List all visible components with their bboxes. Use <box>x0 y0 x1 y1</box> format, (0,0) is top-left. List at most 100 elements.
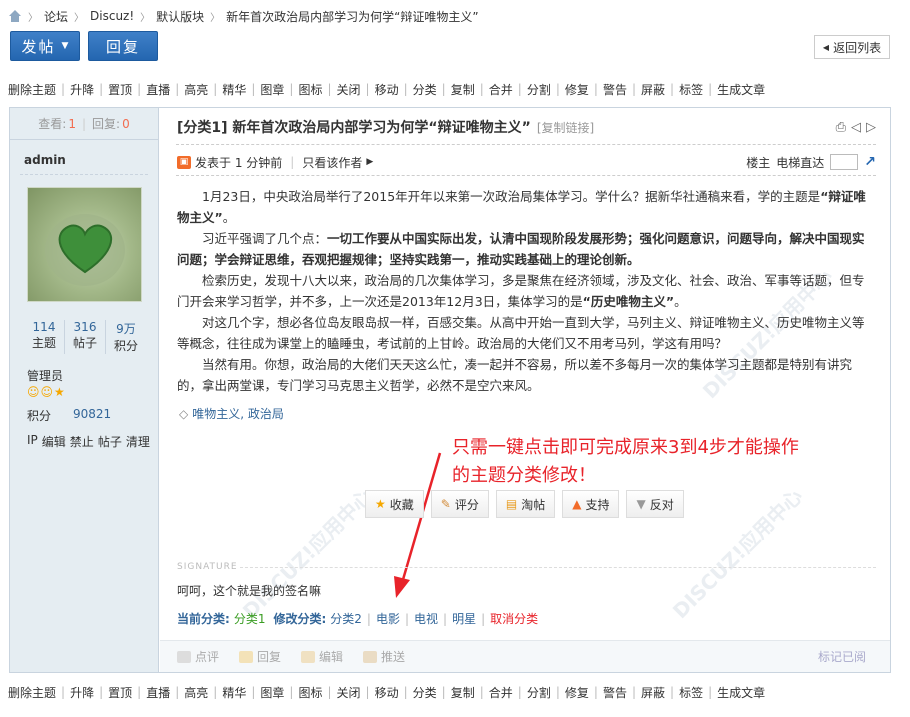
mod-block[interactable]: 屏蔽 <box>641 684 665 701</box>
mod-stamp[interactable]: 图章 <box>260 81 284 98</box>
mod-repair[interactable]: 修复 <box>565 684 589 701</box>
class-option-movie[interactable]: 电影 <box>376 610 400 627</box>
breadcrumb-thread[interactable]: 新年首次政治局内部学习为何学“辩证唯物主义” <box>226 8 478 25</box>
mod-bump[interactable]: 升降 <box>70 684 94 701</box>
mod-delete[interactable]: 删除主题 <box>8 684 56 701</box>
mod-highlight[interactable]: 高亮 <box>184 684 208 701</box>
new-post-button[interactable]: 发帖 ▼ <box>10 31 80 61</box>
class-option-star[interactable]: 明星 <box>452 610 476 627</box>
mod-block[interactable]: 屏蔽 <box>641 81 665 98</box>
mod-move[interactable]: 移动 <box>375 81 399 98</box>
cancel-class-link[interactable]: 取消分类 <box>490 610 538 627</box>
reply-post-button[interactable]: 回复 <box>239 648 281 665</box>
modify-class-label: 修改分类: <box>273 612 327 626</box>
mod-sticky[interactable]: 置顶 <box>108 684 132 701</box>
mod-stamp[interactable]: 图章 <box>260 684 284 701</box>
mod-move[interactable]: 移动 <box>375 684 399 701</box>
edit-user-link[interactable]: 编辑 <box>42 433 66 450</box>
rank-icons: ☺ ☺ ★ <box>27 385 65 399</box>
mod-delete[interactable]: 删除主题 <box>8 81 56 98</box>
mod-icon[interactable]: 图标 <box>298 684 322 701</box>
mod-live[interactable]: 直播 <box>146 684 170 701</box>
thumb-down-icon: ▼ <box>636 497 646 511</box>
star-icon: ★ <box>54 385 65 399</box>
collect-button[interactable]: ▤ 淘帖 <box>495 490 556 518</box>
content-paragraph: 习近平强调了几个点：一切工作要从中国实际出发，认清中国现阶段发展形势；强化问题意… <box>177 231 865 267</box>
prev-thread-icon[interactable]: ◁ <box>851 120 861 135</box>
star-icon: ★ <box>375 497 386 511</box>
favorite-button[interactable]: ★ 收藏 <box>365 490 424 518</box>
chevron-left-icon: ◀ <box>822 42 830 52</box>
content-paragraph: 1月23日，中央政治局举行了2015年开年以来第一次政治局集体学习。学什么？据新… <box>177 189 866 225</box>
post-content: 1月23日，中央政治局举行了2015年开年以来第一次政治局集体学习。学什么？据新… <box>177 186 870 396</box>
mod-bump[interactable]: 升降 <box>70 81 94 98</box>
mod-split[interactable]: 分割 <box>527 684 551 701</box>
mod-merge[interactable]: 合并 <box>489 81 513 98</box>
push-button[interactable]: 推送 <box>363 648 405 665</box>
jump-label: 电梯直达 <box>776 155 825 170</box>
mod-article[interactable]: 生成文章 <box>717 684 765 701</box>
mod-sticky[interactable]: 置顶 <box>108 81 132 98</box>
comment-button[interactable]: 点评 <box>177 648 219 665</box>
avatar[interactable] <box>27 187 142 302</box>
next-thread-icon[interactable]: ▷ <box>866 120 876 135</box>
credits-count[interactable]: 9万 <box>106 320 146 337</box>
posts-count[interactable]: 316 <box>65 320 105 334</box>
post-action-buttons: ★ 收藏 ✎ 评分 ▤ 淘帖 ▲ 支持 ▼ 反对 <box>365 490 684 518</box>
reply-button[interactable]: 回复 <box>88 31 158 61</box>
rate-button[interactable]: ✎ 评分 <box>430 490 489 518</box>
edit-post-button[interactable]: 编辑 <box>301 648 343 665</box>
oppose-button[interactable]: ▼ 反对 <box>626 490 684 518</box>
breadcrumb-discuz[interactable]: Discuz! <box>90 9 134 23</box>
mod-digest[interactable]: 精华 <box>222 684 246 701</box>
mod-tag[interactable]: 标签 <box>679 81 703 98</box>
thumb-up-icon: ▲ <box>572 497 582 511</box>
home-icon[interactable] <box>8 10 22 22</box>
support-button[interactable]: ▲ 支持 <box>562 490 620 518</box>
mod-repair[interactable]: 修复 <box>565 81 589 98</box>
print-icon[interactable]: ⎙ <box>836 120 846 135</box>
threads-count[interactable]: 114 <box>24 320 64 334</box>
back-to-list-button[interactable]: ◀ 返回列表 <box>814 35 890 59</box>
ban-link[interactable]: 禁止 <box>70 433 94 450</box>
cleanup-link[interactable]: 清理 <box>126 433 150 450</box>
mod-classify[interactable]: 分类 <box>413 81 437 98</box>
mod-digest[interactable]: 精华 <box>222 81 246 98</box>
breadcrumb-board[interactable]: 默认版块 <box>156 8 204 25</box>
mod-article[interactable]: 生成文章 <box>717 81 765 98</box>
mod-close[interactable]: 关闭 <box>337 81 361 98</box>
user-posts-link[interactable]: 帖子 <box>98 433 122 450</box>
floor-jump-input[interactable] <box>830 154 859 170</box>
mod-warn[interactable]: 警告 <box>603 684 627 701</box>
user-points: 积分 90821 <box>27 407 111 424</box>
breadcrumb-forum[interactable]: 论坛 <box>44 8 68 25</box>
post-main: DISCUZ!应用中心 DISCUZ!应用中心 DISCUZ!应用中心 [分类1… <box>160 108 890 672</box>
breadcrumb: 〉 论坛 〉 Discuz! 〉 默认版块 〉 新年首次政治局内部学习为何学“辩… <box>8 8 479 24</box>
mod-classify[interactable]: 分类 <box>413 684 437 701</box>
mod-tag[interactable]: 标签 <box>679 684 703 701</box>
tag-links[interactable]: 唯物主义, 政治局 <box>192 405 284 422</box>
current-class-value: 分类1 <box>233 612 266 626</box>
jump-go-icon[interactable]: ↗ <box>864 154 876 170</box>
mod-copy[interactable]: 复制 <box>451 81 475 98</box>
mod-merge[interactable]: 合并 <box>489 684 513 701</box>
author-name[interactable]: admin <box>24 153 66 167</box>
push-icon <box>363 650 378 663</box>
mod-highlight[interactable]: 高亮 <box>184 81 208 98</box>
mod-warn[interactable]: 警告 <box>603 81 627 98</box>
only-author-link[interactable]: 只看该作者 <box>302 154 362 171</box>
comment-icon <box>177 650 191 663</box>
ip-link[interactable]: IP <box>27 433 38 450</box>
class-option-2[interactable]: 分类2 <box>330 610 362 627</box>
mod-copy[interactable]: 复制 <box>451 684 475 701</box>
points-value[interactable]: 90821 <box>73 407 111 424</box>
class-option-tv[interactable]: 电视 <box>414 610 438 627</box>
mod-split[interactable]: 分割 <box>527 81 551 98</box>
user-group[interactable]: 管理员 <box>27 367 63 384</box>
copy-link[interactable]: [复制链接] <box>537 119 594 136</box>
mark-read-link[interactable]: 标记已阅 <box>818 648 866 665</box>
tag-icon: ◇ <box>179 406 189 421</box>
mod-live[interactable]: 直播 <box>146 81 170 98</box>
mod-icon[interactable]: 图标 <box>298 81 322 98</box>
mod-close[interactable]: 关闭 <box>337 684 361 701</box>
